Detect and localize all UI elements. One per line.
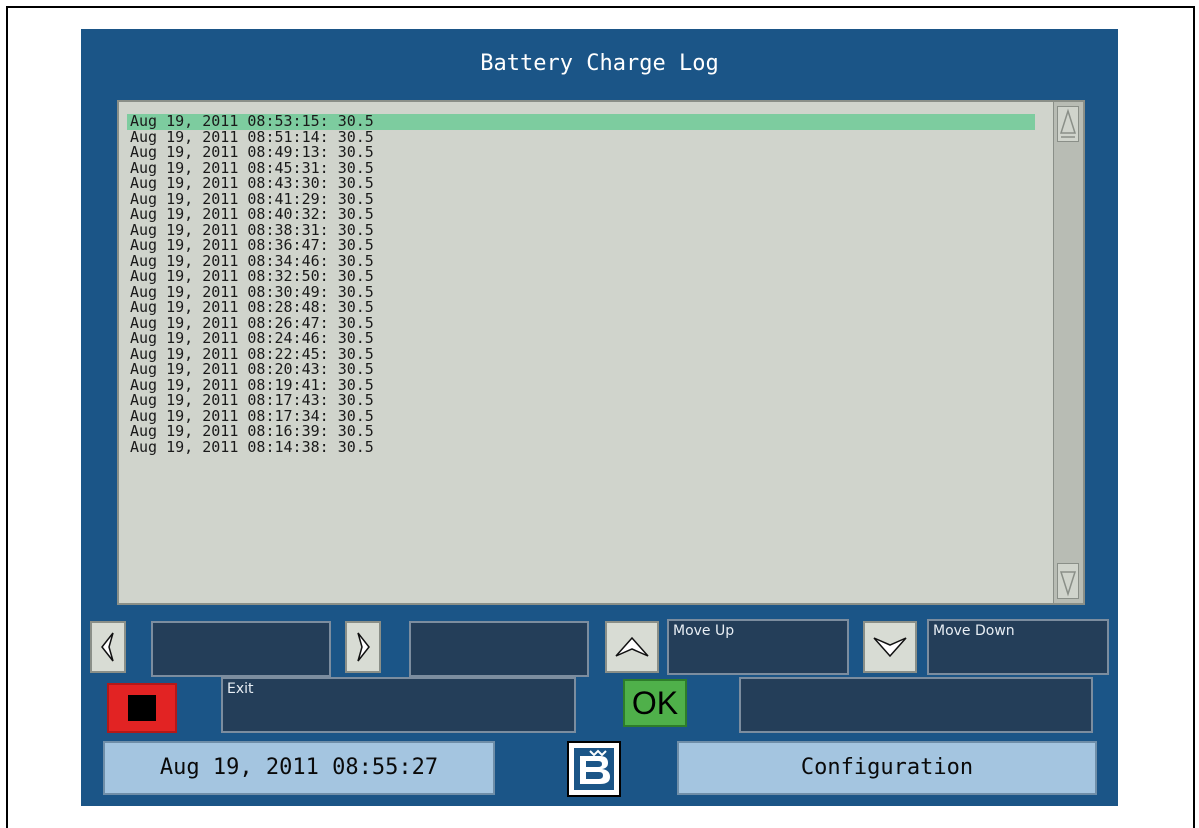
configuration-button[interactable]: Configuration (677, 741, 1097, 795)
scroll-up-icon (1059, 108, 1077, 138)
log-list[interactable]: Aug 19, 2011 08:53:15: 30.5 Aug 19, 2011 … (117, 100, 1085, 605)
arrow-right-icon (357, 632, 370, 662)
hmi-screen: Battery Charge Log Aug 19, 2011 08:53:15… (81, 29, 1118, 806)
left-arrow-button[interactable] (90, 621, 126, 673)
left-value-field (151, 621, 331, 677)
scrollbar[interactable] (1053, 102, 1083, 603)
page-title: Battery Charge Log (480, 51, 719, 76)
datetime-display: Aug 19, 2011 08:55:27 (103, 741, 495, 795)
move-up-button[interactable] (605, 621, 659, 673)
stop-icon (128, 695, 156, 721)
move-down-button[interactable] (863, 621, 917, 673)
log-rows: Aug 19, 2011 08:53:15: 30.5 Aug 19, 2011 … (127, 113, 1035, 456)
move-down-icon (873, 637, 907, 658)
scroll-down-icon (1059, 571, 1077, 597)
scroll-up-button[interactable] (1057, 106, 1079, 142)
stop-button[interactable] (107, 683, 177, 733)
log-entry[interactable]: Aug 19, 2011 08:14:38: 30.5 (127, 439, 1035, 456)
move-up-icon (615, 636, 649, 657)
arrow-left-icon (101, 632, 114, 662)
move-down-label: Move Down (927, 619, 1109, 675)
right-value-field (409, 621, 589, 677)
move-up-label: Move Up (667, 619, 849, 675)
exit-label: Exit (221, 677, 576, 733)
ok-button[interactable]: OK (623, 679, 687, 727)
brand-logo-button[interactable] (567, 741, 621, 797)
right-arrow-button[interactable] (345, 621, 381, 673)
brand-logo-icon (574, 748, 614, 790)
ok-value-field (739, 677, 1093, 733)
scroll-down-button[interactable] (1057, 563, 1079, 599)
